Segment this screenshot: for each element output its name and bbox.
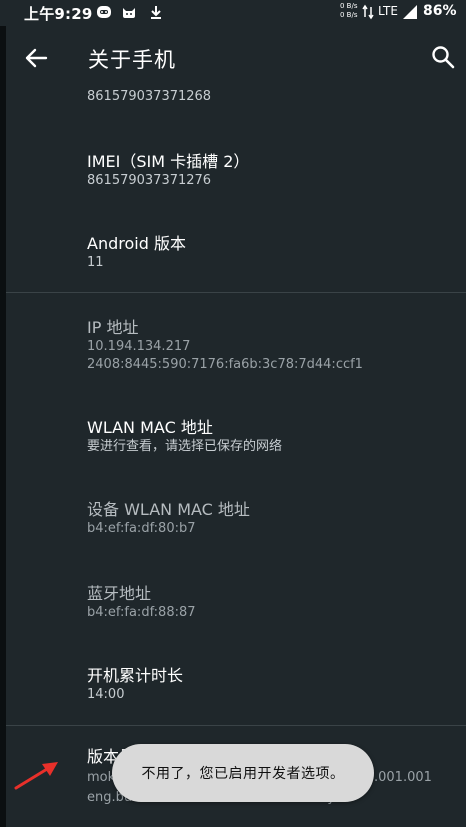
device-wlan-mac-value: b4:ef:fa:df:80:b7 [87,521,196,536]
annotation-arrow-icon [14,762,58,790]
wlan-mac-value: 要进行查看，请选择已保存的网络 [87,439,283,454]
section-divider [6,292,466,293]
back-arrow-icon[interactable] [22,44,50,72]
wlan-mac-title: WLAN MAC 地址 [87,418,213,437]
net-speed-down: 0 B/s [340,11,358,19]
network-speed: 0 B/s 0 B/s [340,2,358,20]
imei-slot2-item[interactable]: IMEI（SIM 卡插槽 2） 861579037371276 [6,138,466,198]
ip-address-item[interactable]: IP 地址 10.194.134.217 2408:8445:590:7176:… [6,308,466,380]
bluetooth-address-item[interactable]: 蓝牙地址 b4:ef:fa:df:88:87 [6,576,466,632]
status-time: 上午9:29 [24,5,93,23]
section-divider-2 [6,725,466,726]
developer-options-toast: 不用了，您已启用开发者选项。 [112,744,374,802]
net-speed-up: 0 B/s [340,2,358,10]
cat-app-icon [123,8,135,18]
android-version-title: Android 版本 [87,234,186,253]
ip-address-title: IP 地址 [87,318,139,337]
uptime-title: 开机累计时长 [87,666,184,685]
network-type: LTE [378,4,398,18]
signal-icon [403,5,417,19]
imei-slot1-value: 861579037371268 [87,89,212,104]
android-version-item[interactable]: Android 版本 11 [6,222,466,282]
ip-address-value-v6: 2408:8445:590:7176:fa6b:3c78:7d44:ccf1 [87,357,363,372]
app-notification-icon [97,6,111,18]
device-wlan-mac-item[interactable]: 设备 WLAN MAC 地址 b4:ef:fa:df:80:b7 [6,492,466,548]
android-version-value: 11 [87,255,104,270]
bluetooth-address-title: 蓝牙地址 [87,584,152,603]
bluetooth-address-value: b4:ef:fa:df:88:87 [87,605,196,620]
search-icon[interactable] [430,44,456,70]
ip-address-value: 10.194.134.217 [87,339,191,354]
about-phone-screen: 上午9:29 0 B/s 0 B/s LTE 86% 关于手机 86157903… [0,0,466,827]
device-wlan-mac-title: 设备 WLAN MAC 地址 [87,500,250,519]
battery-level: 86% [423,3,457,19]
download-icon [151,6,161,19]
imei-slot2-title: IMEI（SIM 卡插槽 2） [87,152,250,171]
imei-slot2-value: 861579037371276 [87,173,212,188]
uptime-value: 14:00 [87,687,125,702]
imei-slot1-item[interactable]: 861579037371268 [6,86,466,124]
page-title: 关于手机 [88,48,176,72]
app-bar: 关于手机 [0,30,466,86]
data-transfer-icon [362,4,374,20]
uptime-item[interactable]: 开机累计时长 14:00 [6,658,466,714]
build-number-value-tail: .001.001 [374,770,432,785]
wlan-mac-item[interactable]: WLAN MAC 地址 要进行查看，请选择已保存的网络 [6,410,466,466]
status-bar: 上午9:29 0 B/s 0 B/s LTE 86% [0,0,466,26]
